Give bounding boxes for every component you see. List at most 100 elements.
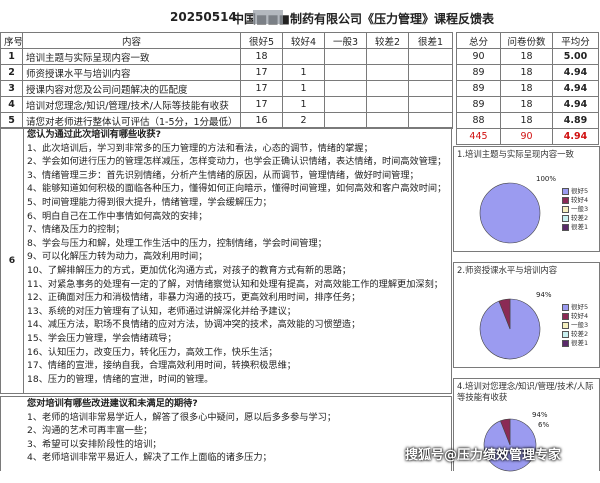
- gains-question: 您认为通过此次培训有哪些收获?: [27, 129, 161, 140]
- legend-label: 较好4: [571, 196, 589, 204]
- legend-item: 较好4: [562, 196, 588, 205]
- summary-total: 90: [456, 48, 501, 65]
- summary-count: 18: [500, 112, 553, 129]
- summary-table: 总分 问卷份数 平均分 90 18 5.00 89 18 4.94 89 18 4.94 89 18…: [456, 32, 599, 145]
- cell-v5: 17: [240, 96, 283, 113]
- pie-data-label: 94%: [532, 411, 548, 419]
- legend-swatch: [562, 196, 569, 204]
- legend-swatch: [562, 312, 569, 320]
- redaction-block: [253, 10, 283, 24]
- list-item: 2、沟通的艺术可再丰富一些；: [27, 425, 153, 437]
- summary-row: 89 18 4.94: [456, 96, 599, 113]
- list-item: 3、情绪管理三步：首先识别情绪，分析产生情绪的原因，从而调节，管理情绪，做好时间…: [27, 169, 419, 181]
- list-item: 1、老师的培训非常易学近人，解答了很多心中疑问，愿以后多多参与学习；: [27, 411, 337, 423]
- list-item: 4、老师培训非常平易近人，解决了工作上面临的诸多压力；: [27, 452, 272, 464]
- col-header-content: 内容: [22, 32, 241, 49]
- summary-header-count: 问卷份数: [500, 32, 553, 49]
- legend-item: 一般3: [562, 321, 588, 330]
- legend-label: 很好5: [571, 303, 589, 311]
- summary-avg: 4.94: [552, 80, 599, 97]
- summary-avg: 4.94: [552, 64, 599, 81]
- legend-item: 很好5: [562, 187, 588, 196]
- cell-v4: 1: [282, 80, 325, 97]
- list-item: 2、学会如何进行压力的管理怎样减压，怎样变动力，也学会正确认识情绪，表达情绪，时…: [27, 156, 447, 168]
- legend-swatch: [562, 205, 569, 213]
- list-item: 12、正确面对压力和消极情绪，非暴力沟通的技巧，更高效利用时间，排序任务；: [27, 292, 361, 304]
- gains-section: 6 您认为通过此次培训有哪些收获? 1、此次培训后，学习到非常多的压力管理的方法…: [0, 127, 452, 394]
- rating-table-header: 序号 内容 很好5 较好4 一般3 较差2 很差1: [0, 32, 453, 49]
- cell-v2: [366, 48, 409, 65]
- cell-num: 2: [0, 64, 23, 81]
- list-item: 9、可以化解压力转为动力，高效利用时间；: [27, 251, 208, 263]
- list-item: 11、对紧急事务的处理有一定的了解，对情绪察觉认知和处理有提高，对高效能工作的理…: [27, 278, 443, 290]
- legend-item: 一般3: [562, 205, 588, 214]
- cell-v2: [366, 80, 409, 97]
- summary-avg: 4.94: [552, 96, 599, 113]
- cell-v1: [408, 48, 453, 65]
- col-header-2: 较差2: [366, 32, 409, 49]
- list-item: 7、情绪及压力的控制；: [27, 224, 125, 236]
- legend-swatch: [562, 303, 569, 311]
- list-item: 5、时间管理能力得到很大提升，情绪管理，学会缓解压力；: [27, 196, 272, 208]
- summary-header-avg: 平均分: [552, 32, 599, 49]
- list-item: 18、压力的管理，情绪的宣泄，时间的管理。: [27, 373, 214, 385]
- summary-total: 89: [456, 64, 501, 81]
- legend-label: 很差1: [571, 339, 589, 347]
- legend-swatch: [562, 187, 569, 195]
- legend-label: 较好4: [571, 312, 589, 320]
- legend-label: 一般3: [571, 321, 589, 329]
- section-number: 6: [1, 128, 24, 393]
- rating-table: 序号 内容 很好5 较好4 一般3 较差2 很差1 1 培训主题与实际呈现内容一致…: [0, 32, 453, 129]
- summary-header-total: 总分: [456, 32, 501, 49]
- col-header-5: 很好5: [240, 32, 283, 49]
- cell-v5: 17: [240, 64, 283, 81]
- cell-v2: [366, 96, 409, 113]
- list-item: 14、减压方法，职场不良情绪的应对方法，协调冲突的技术，高效能的习惯塑造；: [27, 319, 361, 331]
- pie-data-label: 94%: [536, 291, 552, 299]
- col-header-1: 很差1: [408, 32, 453, 49]
- table-row: 3 授课内容对您及公司问题解决的匹配度 17 1: [0, 80, 453, 97]
- cell-v3: [324, 48, 367, 65]
- summary-row: 89 18 4.94: [456, 64, 599, 81]
- chart-legend: 很好5 较好4 一般3 较差2 很差1: [562, 303, 588, 348]
- legend-label: 很好5: [571, 187, 589, 195]
- summary-totals-row: 445 90 4.94: [456, 128, 599, 145]
- list-item: 13、系统的对压力管理有了认知，老师通过讲解深化并给予建议；: [27, 305, 296, 317]
- summary-row: 90 18 5.00: [456, 48, 599, 65]
- cell-v5: 18: [240, 48, 283, 65]
- legend-item: 较好4: [562, 312, 588, 321]
- suggestions-question: 您对培训有哪些改进建议和未满足的期待?: [27, 398, 198, 409]
- legend-swatch: [562, 321, 569, 329]
- summary-total: 89: [456, 96, 501, 113]
- legend-swatch: [562, 339, 569, 347]
- pie-slice: [479, 182, 541, 244]
- grand-count: 90: [500, 128, 553, 145]
- cell-v4: 1: [282, 64, 325, 81]
- cell-num: 3: [0, 80, 23, 97]
- pie-data-label: 100%: [536, 175, 557, 183]
- summary-row: 88 18 4.89: [456, 112, 599, 129]
- col-header-3: 一般3: [324, 32, 367, 49]
- list-item: 1、此次培训后，学习到非常多的压力管理的方法和看法，心态的调节，情绪的掌握；: [27, 142, 373, 154]
- watermark: 搜狐号@压力绩效管理专家: [405, 448, 562, 463]
- cell-v3: [324, 96, 367, 113]
- summary-count: 18: [500, 80, 553, 97]
- cell-num: 4: [0, 96, 23, 113]
- pie-data-label: 6%: [538, 421, 550, 429]
- legend-label: 很差1: [571, 223, 589, 231]
- cell-num: 1: [0, 48, 23, 65]
- pie-chart-q2: 2.师资授课水平与培训内容 94% 很好5 较好4 一般3 较差2 很差1: [453, 262, 600, 368]
- table-row: 1 培训主题与实际呈现内容一致 18: [0, 48, 453, 65]
- list-item: 4、能够知道如何积极的面临各种压力，懂得如何正向暗示，懂得时间管理，如何高效和客…: [27, 183, 447, 195]
- summary-avg: 5.00: [552, 48, 599, 65]
- legend-label: 较差2: [571, 214, 589, 222]
- legend-swatch: [562, 223, 569, 231]
- summary-row: 89 18 4.94: [456, 80, 599, 97]
- cell-content: 培训对您理念/知识/管理/技术/人际等技能有收获: [22, 96, 241, 113]
- legend-item: 较差2: [562, 330, 588, 339]
- legend-label: 较差2: [571, 330, 589, 338]
- table-row: 4 培训对您理念/知识/管理/技术/人际等技能有收获 17 1: [0, 96, 453, 113]
- legend-swatch: [562, 330, 569, 338]
- cell-v4: [282, 48, 325, 65]
- list-item: 16、认知压力，改变压力，转化压力，高效工作，快乐生活；: [27, 346, 278, 358]
